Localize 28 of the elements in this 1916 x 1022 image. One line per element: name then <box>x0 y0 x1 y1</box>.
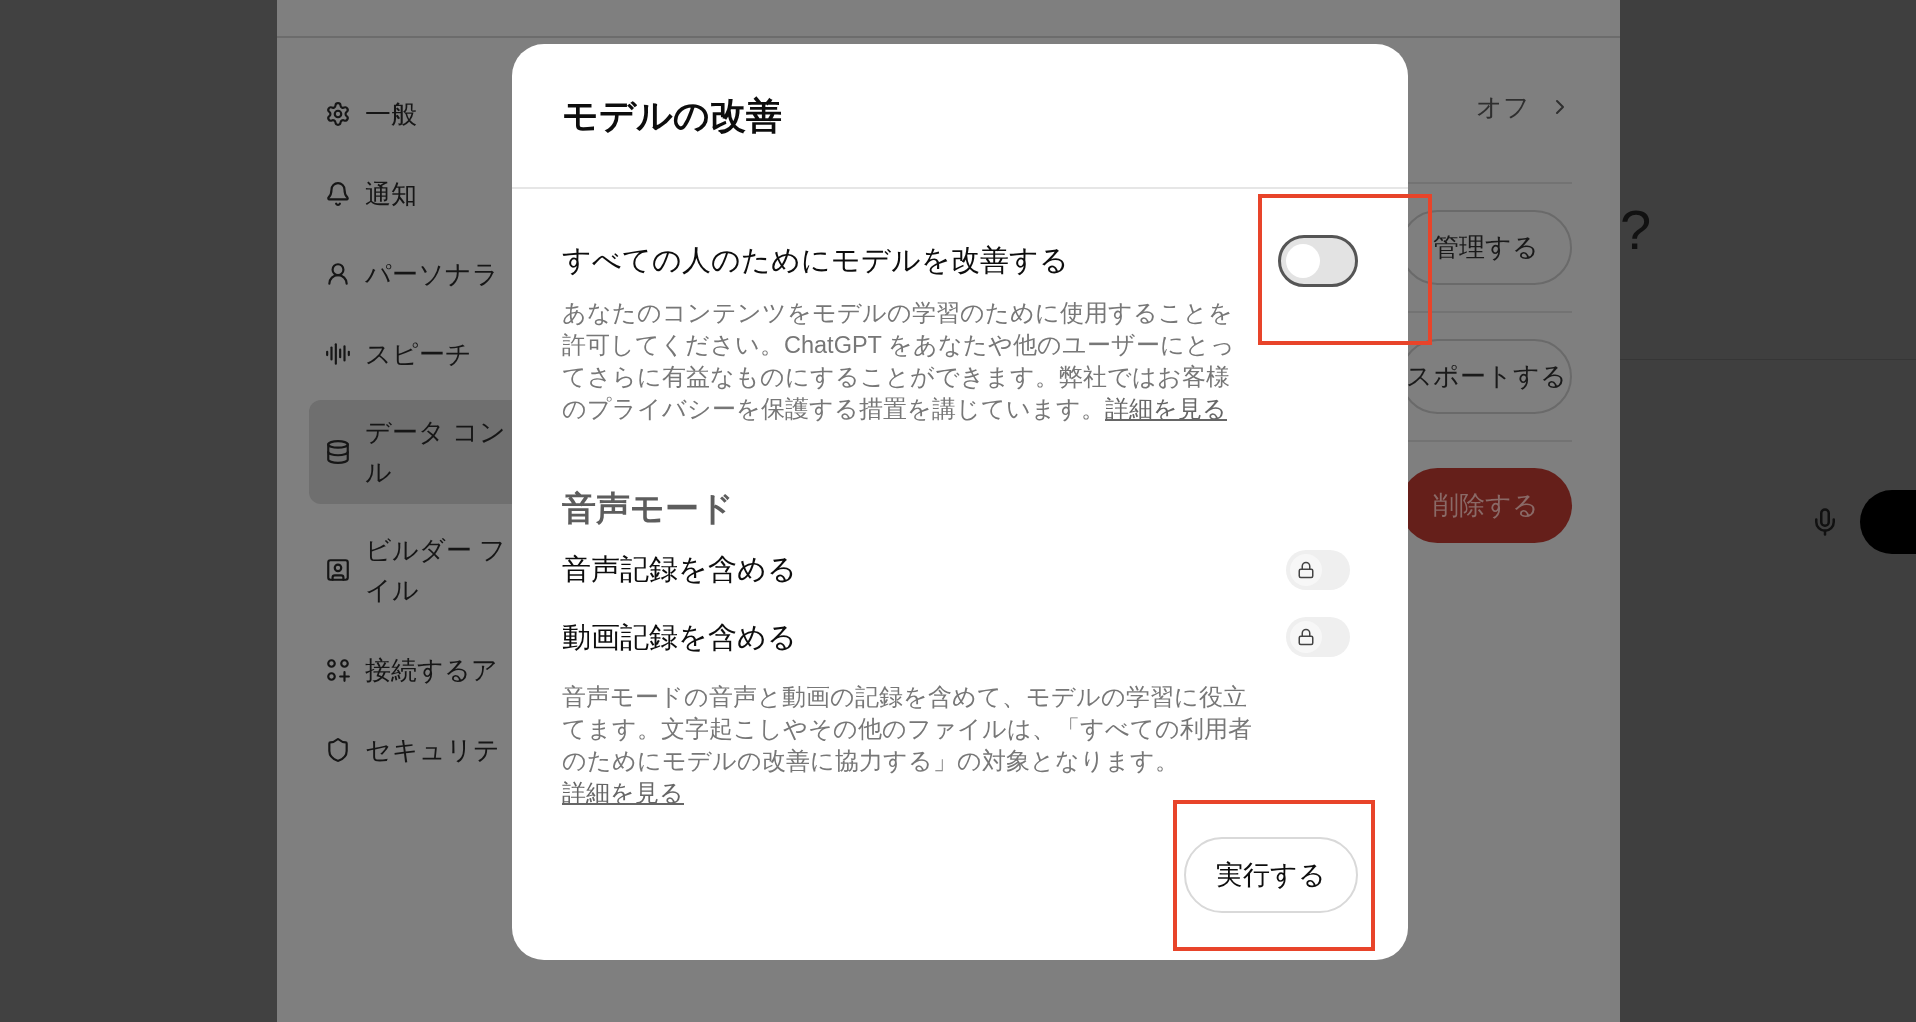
sidebar-item[interactable]: ビルダー フ イル <box>308 516 541 624</box>
toggle-label: 動画記録を含める <box>562 619 797 655</box>
sidebar-item[interactable]: セキュリテ <box>308 716 541 784</box>
description-text: あなたのコンテンツをモデルの学習のために使用することを許可してください。ChatGPT をあなたや他のユーザーにとってさらに有益なものにすることができます。弊社ではお客様のプライバシーを保護する措置を講じています。詳細を見る <box>562 299 1237 424</box>
sidebar-item[interactable]: 一般 <box>308 80 541 148</box>
toggle-switch[interactable] <box>1286 549 1350 590</box>
submit-button[interactable]: 実行する <box>1184 837 1358 913</box>
sidebar-item[interactable]: スピーチ <box>308 320 541 388</box>
bell-icon <box>324 181 351 207</box>
toggle-label: 音声記録を含める <box>562 552 797 587</box>
details-link[interactable]: 詳細を見る <box>1105 396 1227 422</box>
setting-value: オフ <box>1476 90 1530 124</box>
sound-wave-icon <box>324 341 351 367</box>
sidebar-item[interactable]: 通知 <box>308 160 541 228</box>
apps-grid-icon <box>324 657 351 683</box>
id-card-icon <box>324 557 351 583</box>
toggle-label: すべての人のためにモデルを改善する <box>562 243 1069 279</box>
section-heading: 音声モード <box>562 488 735 529</box>
dialog-title: モデルの改善 <box>562 93 782 138</box>
database-icon <box>324 439 351 465</box>
toggle-switch[interactable] <box>1278 235 1358 287</box>
gear-icon <box>324 101 351 127</box>
heading-fragment: ? <box>1620 198 1652 261</box>
sidebar-item[interactable]: パーソナラ <box>308 240 541 308</box>
sidebar-item[interactable]: 接続するア <box>308 636 541 704</box>
details-link[interactable]: 詳細を見る <box>562 780 684 806</box>
description-text: 音声モードの音声と動画の記録を含めて、モデルの学習に役立てます。文字起こしやその他のファイルは、「すべての利用者のためにモデルの改善に協力する」の対象となります。 詳細を見る <box>562 683 1253 808</box>
toggle-switch[interactable] <box>1286 617 1350 658</box>
